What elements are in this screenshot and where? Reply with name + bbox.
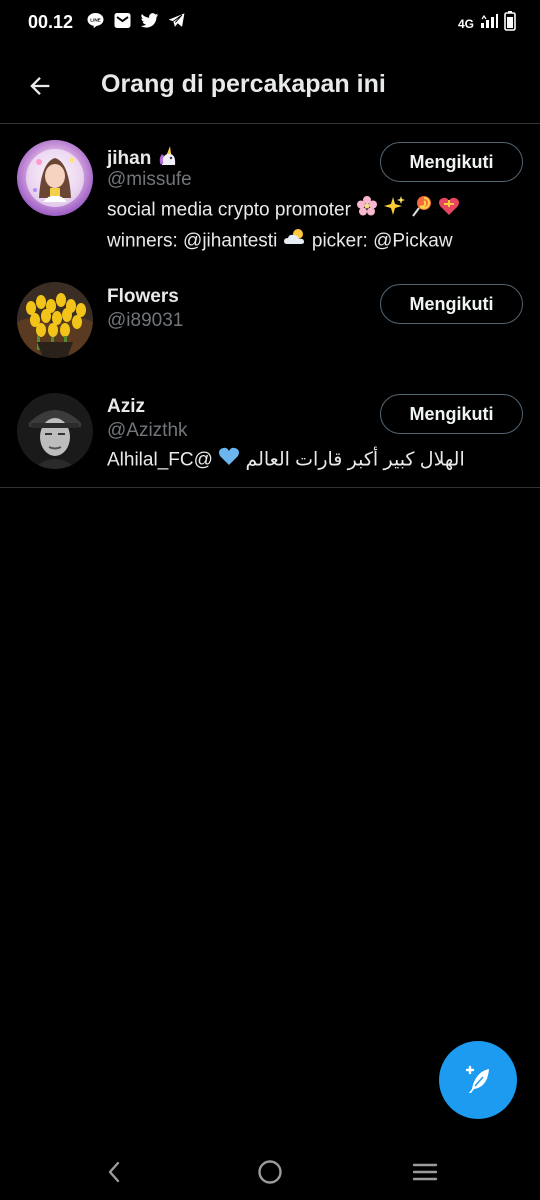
- list-item[interactable]: Aziz @Azizthk Alhilal_FC@ الهلال كبير أك…: [0, 375, 540, 487]
- blue-heart-emoji-icon: [218, 446, 240, 475]
- nav-home-button[interactable]: [252, 1154, 288, 1190]
- list-item[interactable]: jihan @missufe social media crypto promo…: [0, 125, 540, 265]
- user-handle: @i89031: [107, 310, 184, 331]
- avatar[interactable]: [17, 282, 93, 358]
- compose-button[interactable]: [439, 1041, 517, 1119]
- status-time: 00.12: [28, 12, 74, 32]
- following-button[interactable]: Mengikuti: [380, 394, 523, 434]
- notification-icons: LINE: [86, 11, 186, 30]
- avatar[interactable]: [17, 140, 93, 216]
- sparkles-emoji-icon: [383, 195, 406, 226]
- compose-feather-icon: [465, 1065, 489, 1093]
- user-bio: Alhilal_FC@ الهلال كبير أكبر قارات العال…: [107, 446, 517, 475]
- heart-ribbon-emoji-icon: [438, 195, 460, 226]
- following-button[interactable]: Mengikuti: [380, 284, 523, 324]
- mail-icon: [113, 11, 132, 30]
- signal-icon: [480, 13, 498, 34]
- bio-line: winners: @jihantesti picker: @Pickaw: [107, 226, 517, 257]
- system-nav-bar: [0, 1140, 540, 1200]
- user-name[interactable]: Aziz: [107, 396, 145, 418]
- status-right: 4G: [458, 11, 516, 36]
- svg-text:LINE: LINE: [90, 18, 100, 23]
- header-bar: Orang di percakapan ini: [0, 44, 540, 124]
- nav-back-button[interactable]: [97, 1154, 133, 1190]
- bio-line: social media crypto promoter: [107, 195, 517, 226]
- arrow-left-icon: [30, 77, 50, 95]
- user-bio: social media crypto promoter winners: @j…: [107, 195, 517, 257]
- divider: [0, 487, 540, 488]
- telegram-icon: [167, 11, 186, 30]
- list-item[interactable]: Flowers @i89031 Mengikuti: [0, 265, 540, 375]
- back-nav-icon: [108, 1161, 120, 1183]
- user-handle: @missufe: [107, 169, 192, 190]
- nav-recents-button[interactable]: [407, 1154, 443, 1190]
- line-icon: LINE: [86, 11, 105, 30]
- page-title: Orang di percakapan ini: [101, 70, 386, 98]
- home-nav-icon: [258, 1160, 282, 1184]
- following-button[interactable]: Mengikuti: [380, 142, 523, 182]
- user-name[interactable]: Flowers: [107, 286, 179, 308]
- sun-behind-cloud-emoji-icon: [283, 226, 307, 257]
- network-label: 4G: [457, 16, 474, 31]
- cherry-blossom-emoji-icon: [356, 195, 378, 226]
- avatar[interactable]: [17, 393, 93, 469]
- battery-icon: [504, 11, 516, 36]
- recents-nav-icon: [412, 1163, 438, 1181]
- user-handle: @Azizthk: [107, 420, 188, 441]
- status-bar: 00.12 LINE 4G: [0, 0, 540, 44]
- twitter-icon: [140, 11, 159, 30]
- lollipop-emoji-icon: [411, 195, 433, 226]
- back-button[interactable]: [20, 66, 60, 106]
